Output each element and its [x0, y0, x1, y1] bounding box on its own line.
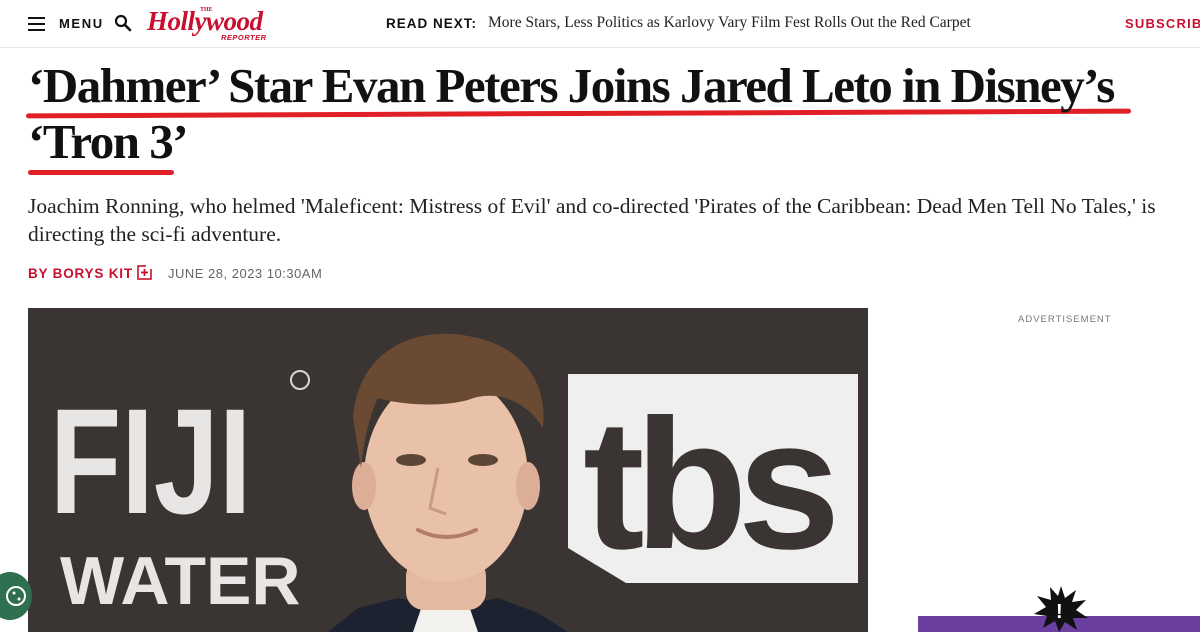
headline-underline-2	[28, 170, 174, 175]
top-nav: MENU THE Hollywood REPORTER READ NEXT: M…	[0, 0, 1200, 48]
burst-exclamation: !	[1056, 601, 1063, 623]
headline-line-2: ‘Tron 3’	[28, 114, 189, 169]
search-icon[interactable]	[114, 14, 132, 32]
hamburger-icon[interactable]	[28, 17, 45, 31]
article-headline: ‘Dahmer’ Star Evan Peters Joins Jared Le…	[28, 58, 1178, 170]
hero-image[interactable]: FIJI WATER tbs	[28, 308, 868, 632]
publish-date: JUNE 28, 2023 10:30AM	[168, 266, 323, 281]
author-byline[interactable]: BY BORYS KIT	[28, 266, 133, 281]
cookie-icon[interactable]	[0, 572, 32, 620]
backdrop-water-text: WATER	[60, 543, 301, 619]
article-dek: Joachim Ronning, who helmed 'Maleficent:…	[28, 194, 1156, 246]
hero-photo-illustration: FIJI WATER tbs	[28, 308, 868, 632]
advertisement-label: ADVERTISEMENT	[1018, 314, 1112, 325]
read-next-link[interactable]: More Stars, Less Politics as Karlovy Var…	[488, 14, 971, 32]
person-ear-right	[516, 462, 540, 510]
subscribe-link[interactable]: SUBSCRIBE	[1125, 16, 1200, 31]
person-ear-left	[352, 462, 376, 510]
person-face	[364, 374, 528, 582]
person-eye-left	[396, 454, 426, 466]
follow-plus-icon[interactable]	[137, 265, 152, 280]
logo-wordmark: Hollywood	[147, 6, 263, 36]
read-next-label: READ NEXT:	[386, 16, 478, 31]
logo-reporter-text: REPORTER	[221, 33, 267, 42]
person-eye-right	[468, 454, 498, 466]
headline-line-1: ‘Dahmer’ Star Evan Peters Joins Jared Le…	[28, 58, 1115, 113]
menu-button[interactable]: MENU	[59, 16, 104, 31]
backdrop-fiji-text: FIJI	[50, 377, 252, 545]
site-logo[interactable]: THE Hollywood REPORTER	[147, 6, 272, 42]
burst-icon[interactable]: !	[1032, 584, 1090, 632]
backdrop-tbs-text: tbs	[583, 382, 834, 588]
